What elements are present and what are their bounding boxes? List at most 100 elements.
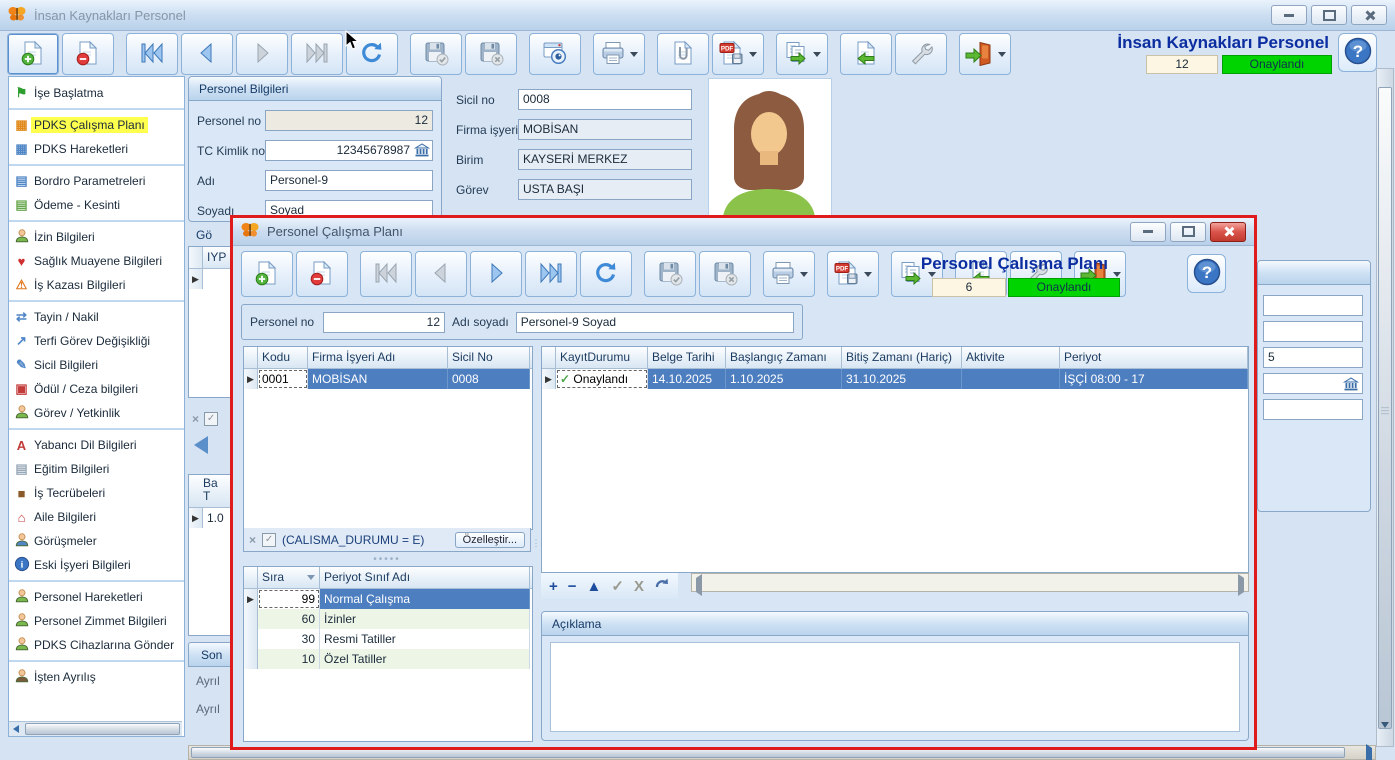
sidebar-item-sağlık-muayene-bilgileri[interactable]: ♥Sağlık Muayene Bilgileri bbox=[9, 249, 184, 273]
navigator-refresh-button[interactable] bbox=[654, 576, 670, 596]
modal-help-button[interactable]: ? bbox=[1187, 254, 1226, 293]
table-row[interactable]: ▶✓ Onaylandı14.10.20251.10.202531.10.202… bbox=[542, 369, 1248, 389]
aciklama-textarea[interactable] bbox=[550, 642, 1240, 732]
sidebar-item-i-şten-ayrılış[interactable]: İşten Ayrılış bbox=[9, 665, 184, 689]
dropdown-arrow-icon[interactable] bbox=[749, 52, 757, 57]
delete-record-button[interactable] bbox=[296, 251, 348, 297]
scroll-right-icon[interactable] bbox=[1366, 748, 1372, 760]
delete-record-button[interactable] bbox=[62, 33, 114, 75]
modal-minimize-button[interactable] bbox=[1130, 222, 1166, 242]
filter-checkbox[interactable]: ✓ bbox=[204, 412, 218, 426]
column-header-kodu[interactable]: Kodu bbox=[258, 347, 308, 368]
adi-soyadi-input[interactable]: Personel-9 Soyad bbox=[516, 312, 794, 333]
transfer-button[interactable] bbox=[776, 33, 828, 75]
cell[interactable]: 0008 bbox=[448, 369, 530, 389]
sidebar-item-ödeme-kesinti[interactable]: ▤Ödeme - Kesinti bbox=[9, 193, 184, 217]
dropdown-arrow-icon[interactable] bbox=[864, 272, 872, 277]
sidebar-item-terfi-görev-değişikliği[interactable]: ↗Terfi Görev Değişikliği bbox=[9, 329, 184, 353]
next-record-button[interactable] bbox=[470, 251, 522, 297]
modal-close-button[interactable] bbox=[1210, 222, 1246, 242]
scroll-up-icon[interactable] bbox=[1381, 74, 1389, 88]
pdf-save-button[interactable]: PDF bbox=[712, 33, 764, 75]
navigator-remove-button[interactable]: − bbox=[568, 578, 577, 595]
cell[interactable]: İŞÇİ 08:00 - 17 bbox=[1060, 369, 1248, 389]
column-header-belge-tarihi[interactable]: Belge Tarihi bbox=[648, 347, 726, 368]
scroll-left-icon[interactable] bbox=[696, 578, 702, 592]
new-record-button[interactable] bbox=[241, 251, 293, 297]
sidebar-item-personel-zimmet-bilgileri[interactable]: Personel Zimmet Bilgileri bbox=[9, 609, 184, 633]
import-button[interactable] bbox=[840, 33, 892, 75]
cell[interactable]: Resmi Tatiller bbox=[320, 629, 530, 649]
help-button[interactable]: ? bbox=[1338, 33, 1377, 72]
sidebar-item-yabancı-dil-bilgileri[interactable]: AYabancı Dil Bilgileri bbox=[9, 433, 184, 457]
vscroll-thumb[interactable]: ——— bbox=[1378, 87, 1392, 729]
close-button[interactable] bbox=[1351, 5, 1387, 25]
dropdown-arrow-icon[interactable] bbox=[998, 52, 1006, 57]
table-row[interactable]: ▶0001MOBİSAN0008 bbox=[244, 369, 532, 389]
print-button[interactable] bbox=[593, 33, 645, 75]
period-class-grid[interactable]: SıraPeriyot Sınıf Adı▶99Normal Çalışma60… bbox=[243, 566, 533, 742]
filter-clear-icon[interactable]: × bbox=[249, 533, 256, 547]
preview-button[interactable] bbox=[529, 33, 581, 75]
sidebar-item-personel-hareketleri[interactable]: Personel Hareketleri bbox=[9, 585, 184, 609]
scroll-down-icon[interactable] bbox=[1381, 728, 1389, 742]
sidebar-item-görev-yetkinlik[interactable]: Görev / Yetkinlik bbox=[9, 401, 184, 425]
sidebar-item-eski-i-şyeri-bilgileri[interactable]: iEski İşyeri Bilgileri bbox=[9, 553, 184, 577]
table-row[interactable]: 10Özel Tatiller bbox=[244, 649, 532, 669]
filter-checkbox[interactable]: ✓ bbox=[262, 533, 276, 547]
cell[interactable]: 1.10.2025 bbox=[726, 369, 842, 389]
cell[interactable]: MOBİSAN bbox=[308, 369, 448, 389]
sidebar-item-i-zin-bilgileri[interactable]: İzin Bilgileri bbox=[9, 225, 184, 249]
scroll-left-large-icon[interactable] bbox=[194, 436, 208, 454]
sidebar-item-pdks-çalışma-planı[interactable]: ▦PDKS Çalışma Planı bbox=[9, 113, 184, 137]
sidebar-item-aile-bilgileri[interactable]: ⌂Aile Bilgileri bbox=[9, 505, 184, 529]
sidebar-item-görüşmeler[interactable]: Görüşmeler bbox=[9, 529, 184, 553]
table-row[interactable]: 30Resmi Tatiller bbox=[244, 629, 532, 649]
fragment-field-value[interactable]: 5 bbox=[1263, 347, 1363, 368]
navigator-add-button[interactable]: + bbox=[549, 578, 558, 595]
refresh-button[interactable] bbox=[580, 251, 632, 297]
customize-button[interactable]: Özelleştir... bbox=[455, 532, 525, 548]
column-header-aktivite[interactable]: Aktivite bbox=[962, 347, 1060, 368]
personel-no-input[interactable]: 12 bbox=[323, 312, 445, 333]
prev-record-button[interactable] bbox=[181, 33, 233, 75]
column-header-firma-i-şyeri-adı[interactable]: Firma İşyeri Adı bbox=[308, 347, 448, 368]
filter-clear-icon[interactable]: × bbox=[192, 412, 199, 426]
cell[interactable] bbox=[962, 369, 1060, 389]
scroll-left-icon[interactable] bbox=[9, 723, 23, 736]
cell[interactable]: Normal Çalışma bbox=[320, 589, 530, 609]
cell[interactable]: ✓ Onaylandı bbox=[556, 369, 648, 389]
last-record-button[interactable] bbox=[525, 251, 577, 297]
sidebar-hscrollbar[interactable] bbox=[9, 721, 182, 736]
bank-icon[interactable] bbox=[1343, 376, 1359, 394]
cell[interactable]: 99 bbox=[258, 589, 320, 609]
modal-restore-button[interactable] bbox=[1170, 222, 1206, 242]
sidebar-item-i-ş-tecrübeleri[interactable]: ■İş Tecrübeleri bbox=[9, 481, 184, 505]
sidebar-item-i-ş-kazası-bilgileri[interactable]: ⚠İş Kazası Bilgileri bbox=[9, 273, 184, 297]
vertical-splitter[interactable]: ⋮ bbox=[533, 346, 539, 740]
service-tools-button[interactable] bbox=[895, 33, 947, 75]
attachment-button[interactable] bbox=[657, 33, 709, 75]
column-header-bitiş-zamanı-hariç-[interactable]: Bitiş Zamanı (Hariç) bbox=[842, 347, 962, 368]
navigator-cancel-button[interactable]: X bbox=[634, 578, 644, 595]
column-header-kayıtdurumu[interactable]: KayıtDurumu bbox=[556, 347, 648, 368]
sidebar-item-tayin-nakil[interactable]: ⇄Tayin / Nakil bbox=[9, 305, 184, 329]
sidebar-scroll-thumb[interactable] bbox=[25, 723, 180, 735]
cell[interactable]: İzinler bbox=[320, 609, 530, 629]
plan-grid-hscrollbar[interactable] bbox=[691, 573, 1249, 592]
table-row[interactable]: 60İzinler bbox=[244, 609, 532, 629]
column-header-periyot-sınıf-adı[interactable]: Periyot Sınıf Adı bbox=[320, 567, 530, 588]
dropdown-arrow-icon[interactable] bbox=[630, 52, 638, 57]
new-record-button[interactable] bbox=[7, 33, 59, 75]
column-header-sicil-no[interactable]: Sicil No bbox=[448, 347, 530, 368]
cell[interactable]: 0001 bbox=[258, 369, 308, 389]
company-grid[interactable]: KoduFirma İşyeri AdıSicil No▶0001MOBİSAN… bbox=[243, 346, 533, 530]
field-input-tc-kimlik-no[interactable]: 12345678987 bbox=[265, 140, 433, 161]
print-button[interactable] bbox=[763, 251, 815, 297]
work-plan-grid[interactable]: KayıtDurumuBelge TarihiBaşlangıç ZamanıB… bbox=[541, 346, 1249, 573]
sidebar-item-ödül-ceza-bilgileri[interactable]: ▣Ödül / Ceza bilgileri bbox=[9, 377, 184, 401]
main-vscrollbar[interactable]: ——— bbox=[1376, 68, 1394, 747]
column-header-başlangıç-zamanı[interactable]: Başlangıç Zamanı bbox=[726, 347, 842, 368]
cell[interactable]: 10 bbox=[258, 649, 320, 669]
table-row[interactable]: ▶99Normal Çalışma bbox=[244, 589, 532, 609]
